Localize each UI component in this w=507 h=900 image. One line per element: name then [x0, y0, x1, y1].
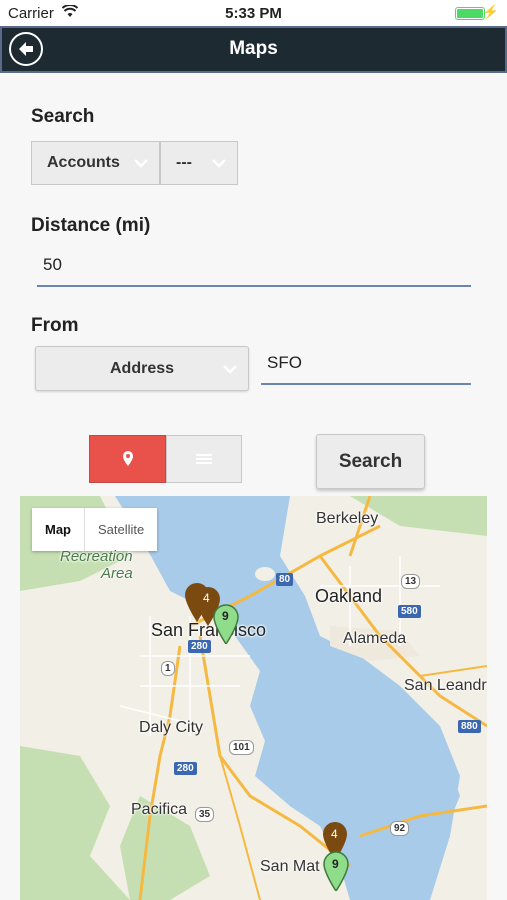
from-label: From [31, 315, 79, 336]
highway-shield-35: 35 [195, 807, 215, 822]
battery-icon [455, 7, 485, 20]
chevron-down-icon [212, 159, 226, 168]
from-address-value: SFO [267, 353, 302, 372]
place-label-oakland: Oakland [315, 586, 383, 606]
marker-count-sf-brown: 4 [203, 591, 210, 605]
clock: 5:33 PM [225, 5, 282, 22]
from-mode-value: Address [109, 359, 175, 377]
map-type-map-button[interactable]: Map [32, 508, 85, 551]
highway-shield-i80: 80 [276, 573, 294, 586]
list-view-toggle[interactable] [166, 435, 242, 483]
place-label-pacifica: Pacifica [131, 801, 188, 818]
highway-shield-101: 101 [229, 740, 254, 755]
highway-shield-i880: 880 [458, 720, 481, 733]
search-label: Search [31, 106, 95, 127]
highway-shield-1: 1 [161, 661, 175, 676]
marker-count-sm-brown: 4 [331, 827, 338, 841]
highway-shield-i280: 280 [188, 640, 211, 653]
highway-shield-13: 13 [401, 574, 421, 589]
place-label-san-leandro: San Leandr [404, 677, 487, 694]
highway-shield-i280-south: 280 [174, 762, 197, 775]
account-type-select[interactable]: Accounts [31, 141, 160, 185]
charging-icon: ⚡ [482, 4, 499, 19]
distance-input[interactable]: 50 [37, 255, 471, 287]
from-address-input[interactable]: SFO [261, 353, 471, 385]
list-icon [196, 454, 212, 464]
distance-value: 50 [43, 255, 62, 274]
place-label-recreation: Recreation [60, 548, 133, 565]
highway-shield-i580: 580 [398, 605, 421, 618]
place-label-san-mateo: San Mat [260, 858, 320, 875]
page-title: Maps [229, 38, 278, 59]
highway-shield-92: 92 [390, 821, 410, 836]
account-type-value: Accounts [47, 154, 120, 171]
from-mode-select[interactable]: Address [35, 346, 249, 391]
place-label-alameda: Alameda [343, 630, 407, 647]
status-bar: Carrier 5:33 PM ⚡ [0, 0, 507, 26]
search-button[interactable]: Search [316, 434, 425, 489]
map-pin-icon [122, 451, 133, 466]
filter-value: --- [176, 154, 192, 171]
map-type-satellite-button[interactable]: Satellite [85, 508, 157, 551]
marker-count-sf-green: 9 [222, 609, 229, 623]
marker-count-sm-green: 9 [332, 857, 339, 871]
map-view-toggle[interactable] [89, 435, 166, 483]
map-view[interactable]: Map Satellite Berkeley Oakland San Franc… [20, 496, 487, 900]
place-label-area: Area [101, 565, 133, 582]
place-label-berkeley: Berkeley [316, 510, 379, 527]
place-label-daly-city: Daly City [139, 719, 204, 736]
map-type-control: Map Satellite [32, 508, 158, 551]
chevron-down-icon [223, 364, 237, 374]
filter-select[interactable]: --- [160, 141, 238, 185]
chevron-down-icon [134, 159, 148, 168]
distance-label: Distance (mi) [31, 215, 151, 236]
nav-bar: Maps [0, 26, 507, 73]
